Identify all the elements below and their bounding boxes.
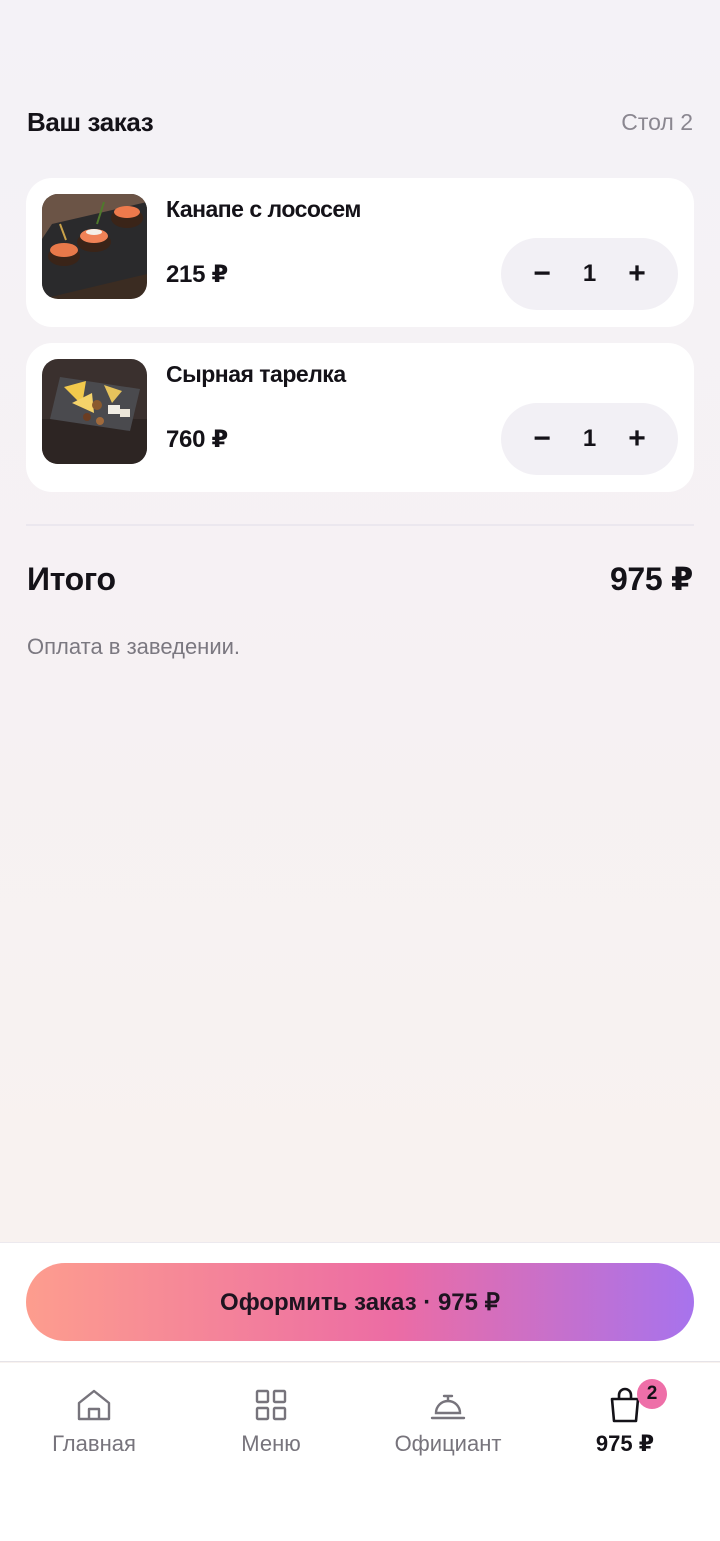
cheese-plate-image: [42, 359, 147, 464]
page-title: Ваш заказ: [27, 106, 154, 137]
item-name: Сырная тарелка: [166, 361, 346, 387]
order-item-card: Сырная тарелка 760 ₽ − 1 +: [26, 343, 694, 492]
order-item-card: Канапе с лососем 215 ₽ − 1 +: [26, 178, 694, 327]
nav-cart[interactable]: 2 975 ₽: [535, 1379, 715, 1475]
payment-note: Оплата в заведении.: [27, 634, 241, 659]
nav-waiter-label: Официант: [394, 1431, 502, 1456]
salmon-canape-image: [42, 194, 147, 299]
item-quantity: 1: [582, 260, 597, 287]
place-order-button[interactable]: Оформить заказ · 975 ₽: [26, 1263, 694, 1341]
table-label: Стол 2: [621, 108, 693, 135]
increase-quantity-button[interactable]: +: [622, 259, 652, 289]
nav-menu[interactable]: Меню: [181, 1385, 361, 1475]
decrease-quantity-button[interactable]: −: [527, 424, 557, 454]
decrease-quantity-button[interactable]: −: [527, 259, 557, 289]
grid-icon: [251, 1385, 291, 1425]
checkout-bar: Оформить заказ · 975 ₽: [0, 1242, 720, 1362]
nav-waiter[interactable]: Официант: [358, 1385, 538, 1475]
nav-home[interactable]: Главная: [4, 1385, 184, 1475]
bottom-navigation: Главная Меню Официант 2 975 ₽: [0, 1363, 720, 1541]
total-row: Итого 975 ₽: [27, 555, 693, 603]
cart-count-badge: 2: [637, 1379, 667, 1409]
quantity-stepper: − 1 +: [501, 238, 678, 310]
service-bell-icon: [428, 1385, 468, 1425]
nav-home-label: Главная: [52, 1431, 136, 1456]
nav-cart-total: 975 ₽: [595, 1431, 655, 1456]
shopping-bag-icon: 2: [605, 1379, 667, 1425]
home-icon: [74, 1385, 114, 1425]
total-value: 975 ₽: [609, 561, 693, 597]
increase-quantity-button[interactable]: +: [622, 424, 652, 454]
total-label: Итого: [27, 560, 116, 597]
quantity-stepper: − 1 +: [501, 403, 678, 475]
item-price: 760 ₽: [166, 426, 228, 453]
item-quantity: 1: [582, 425, 597, 452]
divider: [26, 524, 694, 526]
nav-menu-label: Меню: [241, 1431, 301, 1456]
item-name: Канапе с лососем: [166, 196, 361, 222]
order-header: Ваш заказ Стол 2: [27, 100, 693, 144]
item-price: 215 ₽: [166, 261, 228, 288]
